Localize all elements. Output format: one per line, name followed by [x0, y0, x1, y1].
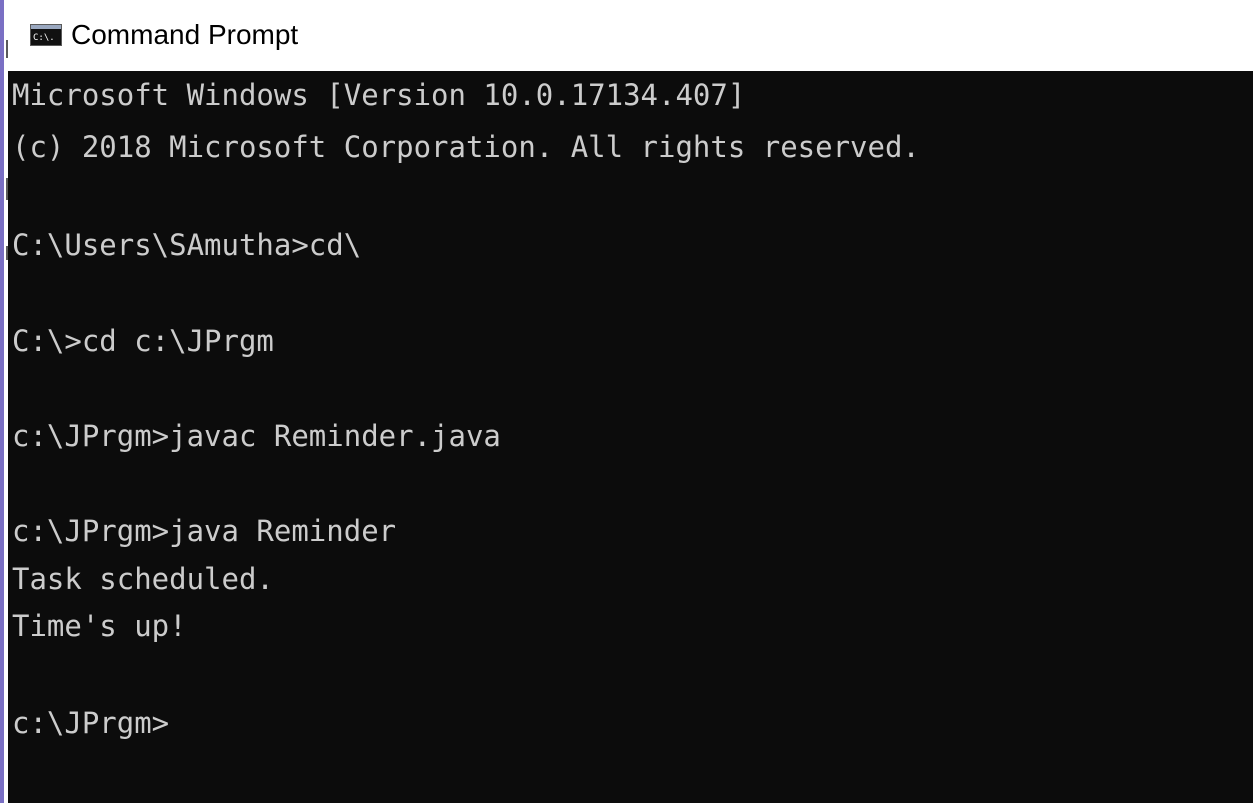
console-line: Time's up!: [12, 609, 187, 643]
command-prompt-window: C:\. Command Prompt Microsoft Windows [V…: [0, 0, 1253, 803]
console-line: (c) 2018 Microsoft Corporation. All righ…: [12, 130, 920, 164]
console-line: c:\JPrgm>java Reminder: [12, 514, 397, 548]
console-line: c:\JPrgm>javac Reminder.java: [12, 419, 501, 453]
icon-title-strip: [31, 25, 61, 29]
window-title: Command Prompt: [71, 19, 299, 50]
console-line: C:\>cd c:\JPrgm: [12, 324, 274, 358]
console-line: C:\Users\SAmutha>cd\: [12, 228, 362, 262]
console-line: Task scheduled.: [12, 562, 274, 596]
console-line: Microsoft Windows [Version 10.0.17134.40…: [12, 78, 746, 112]
command-prompt-icon[interactable]: C:\.: [30, 24, 62, 46]
title-bar[interactable]: C:\. Command Prompt: [8, 0, 1253, 70]
window-left-edge: [0, 0, 4, 803]
console-prompt-line: c:\JPrgm>: [12, 706, 170, 740]
icon-glyph-text: C:\.: [33, 33, 55, 43]
console-output[interactable]: Microsoft Windows [Version 10.0.17134.40…: [8, 71, 1253, 803]
